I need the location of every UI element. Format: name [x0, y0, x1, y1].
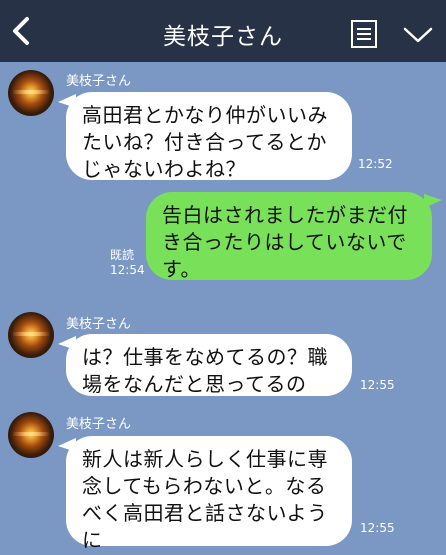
message-bubble[interactable]: は？仕事をなめてるの？職 場をなんだと思ってるの	[66, 334, 352, 396]
bubble-tail	[424, 194, 442, 208]
avatar[interactable]	[8, 70, 54, 116]
read-label: 既読	[110, 248, 135, 262]
read-receipt: 既読 12:54	[110, 248, 145, 278]
chevron-down-icon[interactable]	[402, 24, 434, 46]
message-line: 念してもらわないと。なる	[82, 474, 327, 498]
message-line: 場をなんだと思ってるの	[82, 372, 307, 396]
chat-header: 美枝子さん	[0, 0, 446, 62]
message-line: 告白はされましたがまだ付	[162, 203, 408, 227]
message-time: 12:52	[358, 157, 393, 171]
message-line: は？仕事をなめてるの？職	[82, 345, 328, 369]
avatar[interactable]	[8, 412, 54, 458]
message-time: 12:55	[360, 521, 395, 535]
message-time: 12:54	[110, 263, 145, 277]
sender-name: 美枝子さん	[66, 317, 132, 332]
sender-name: 美枝子さん	[66, 74, 132, 89]
message-line: べく高田君と話さないよう	[82, 501, 328, 525]
message-line: 高田君とかなり仲がいいみ	[82, 103, 328, 127]
message-line: 新人は新人らしく仕事に専	[82, 447, 328, 471]
message-bubble[interactable]: 高田君とかなり仲がいいみ たいね？付き合ってるとか じゃないわよね？	[66, 92, 352, 181]
message-line: き合ったりはしていないで	[162, 230, 407, 254]
message-bubble[interactable]: 告白はされましたがまだ付 き合ったりはしていないで す。	[146, 192, 432, 281]
message-line: に	[82, 528, 103, 552]
sender-name: 美枝子さん	[66, 417, 132, 432]
message-line: じゃないわよね？	[82, 157, 246, 181]
message-line: たいね？付き合ってるとか	[82, 130, 327, 154]
message-line: す。	[162, 257, 201, 281]
avatar[interactable]	[8, 312, 54, 358]
message-time: 12:55	[360, 378, 395, 392]
message-bubble[interactable]: 新人は新人らしく仕事に専 念してもらわないと。なる べく高田君と話さないよう に	[66, 436, 352, 552]
chat-title: 美枝子さん	[163, 24, 283, 50]
menu-icon[interactable]	[350, 19, 378, 49]
